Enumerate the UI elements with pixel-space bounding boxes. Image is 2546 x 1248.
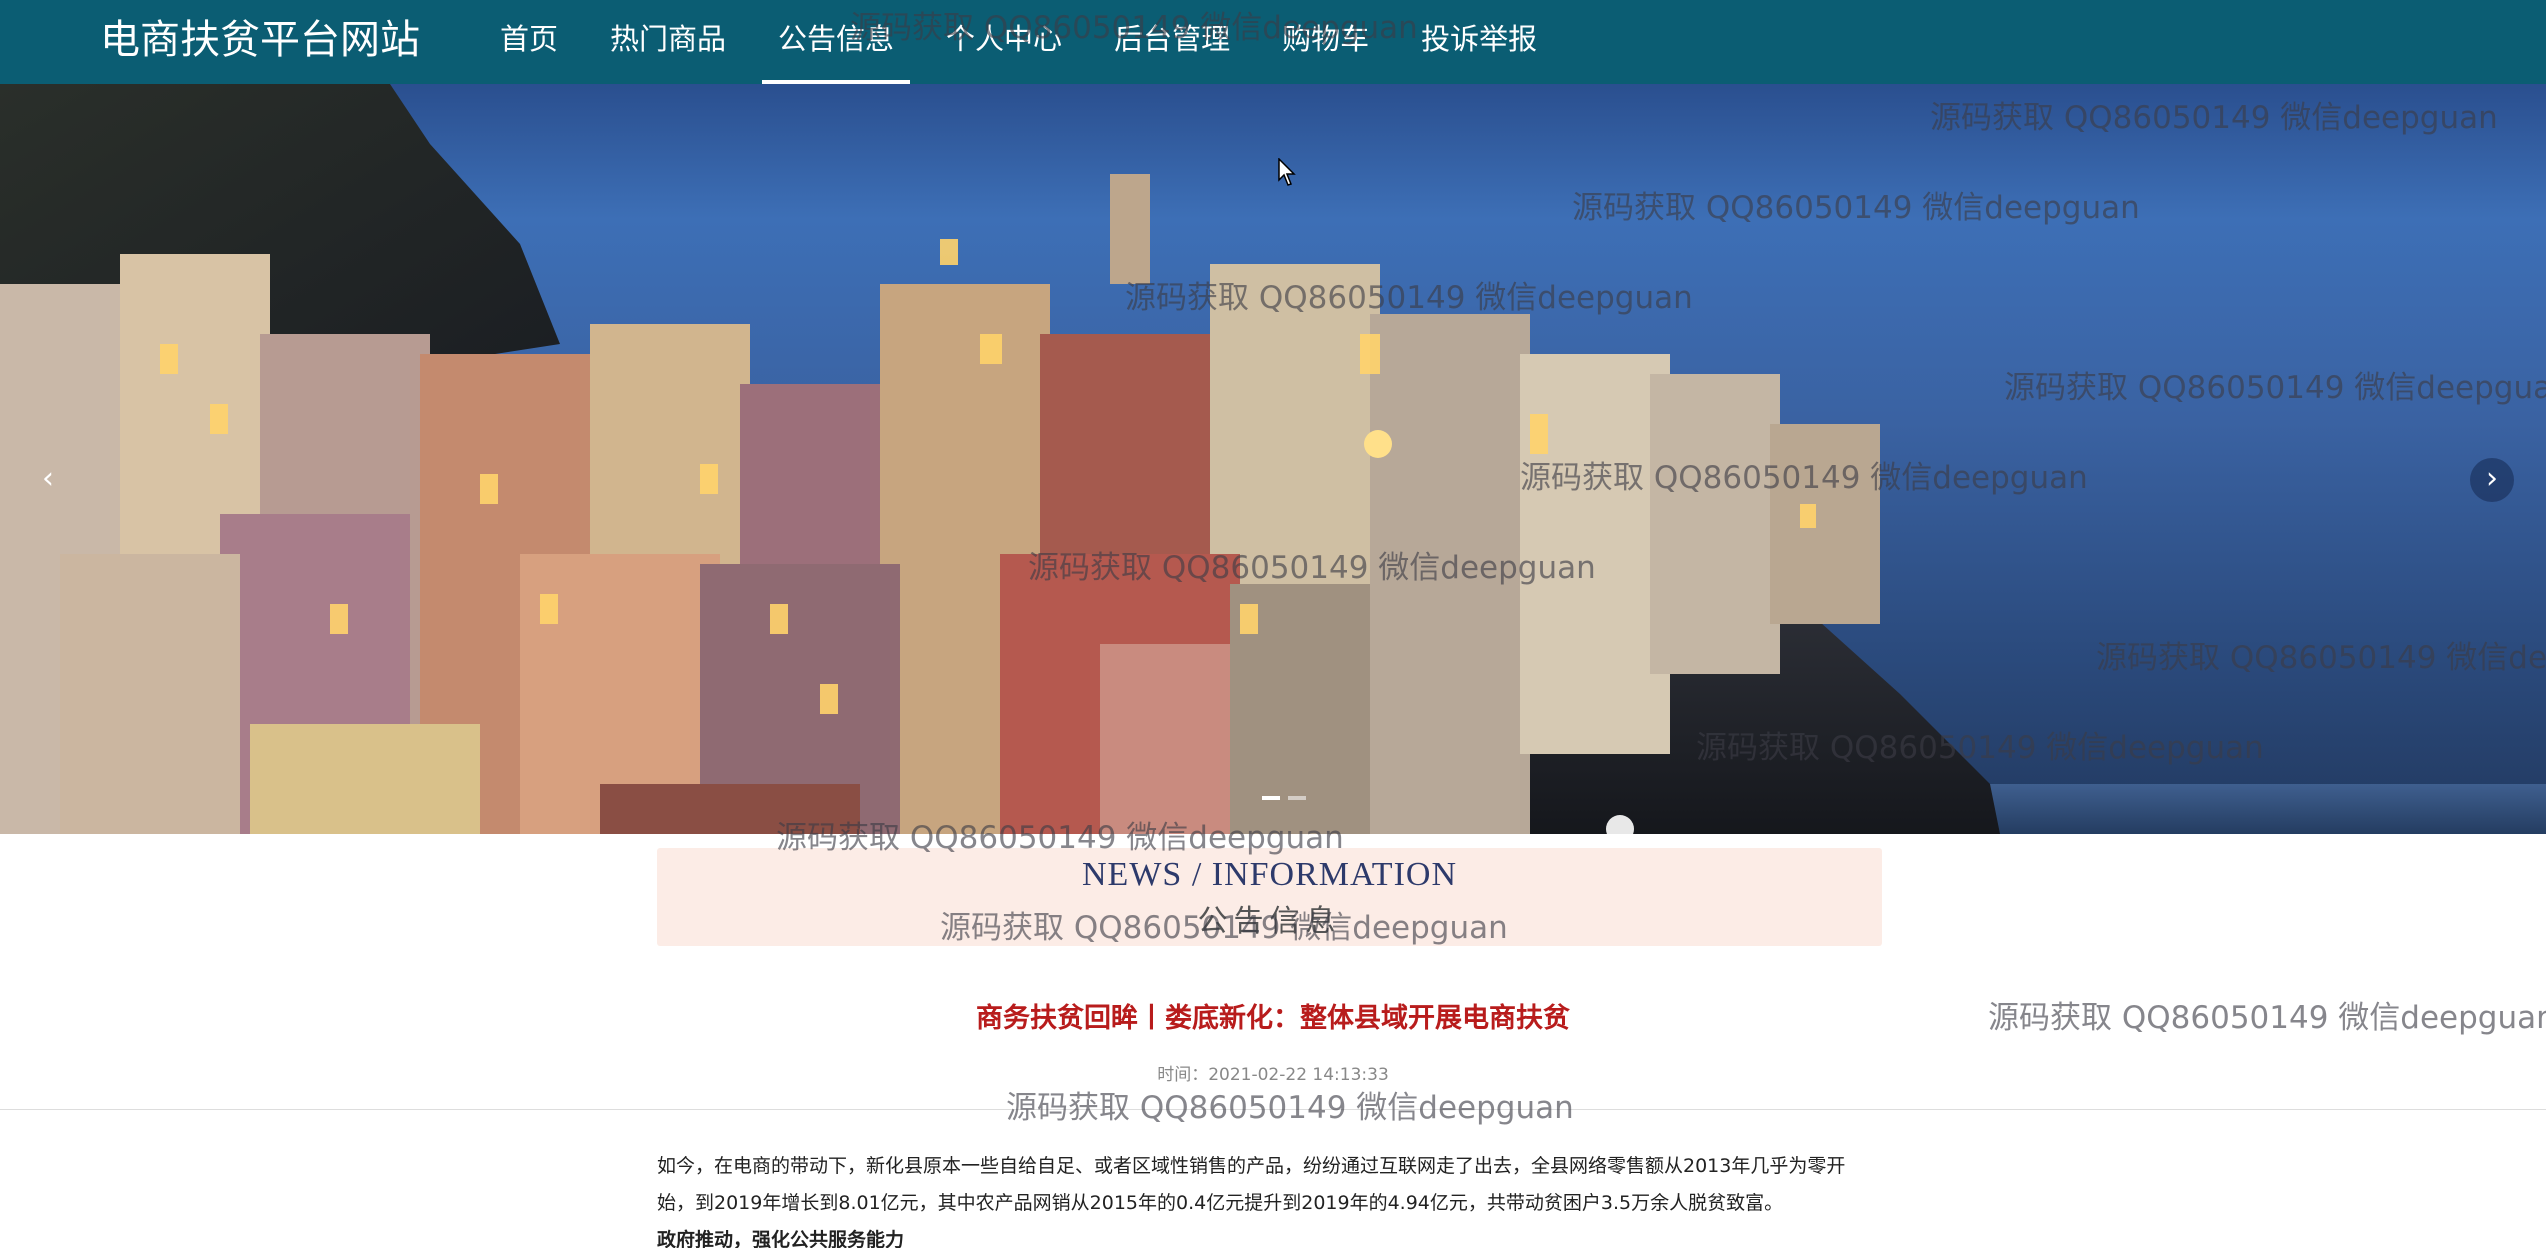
page: 电商扶贫平台网站 首页 热门商品 公告信息 个人中心 后台管理 购物车 投诉举报	[0, 0, 2546, 1248]
article-body: 如今，在电商的带动下，新化县原本一些自给自足、或者区域性销售的产品，纷纷通过互联…	[657, 1148, 1882, 1248]
nav-home[interactable]: 首页	[484, 0, 574, 84]
article-divider	[0, 1109, 2546, 1110]
chevron-left-icon: ‹	[42, 461, 54, 496]
news-heading-box: NEWS / INFORMATION 公告信息	[657, 848, 1882, 946]
article-title: 商务扶贫回眸丨娄底新化：整体县域开展电商扶贫	[976, 1003, 1570, 1034]
article-time: 时间：2021-02-22 14:13:33	[1157, 1065, 1389, 1085]
carousel-next-button[interactable]: ›	[2470, 458, 2514, 502]
watermark-text: 源码获取 QQ86050149 微信deepguan	[1006, 1090, 1574, 1126]
carousel-prev-button[interactable]: ‹	[26, 458, 70, 502]
article-subheading: 政府推动，强化公共服务能力	[657, 1229, 905, 1248]
news-heading-cn: 公告信息	[1197, 904, 1342, 939]
carousel-indicators	[1262, 796, 1314, 800]
news-heading-en: NEWS / INFORMATION	[1082, 856, 1457, 893]
nav-complaint[interactable]: 投诉举报	[1405, 0, 1553, 84]
nav-admin[interactable]: 后台管理	[1098, 0, 1246, 84]
main-nav: 首页 热门商品 公告信息 个人中心 后台管理 购物车 投诉举报	[484, 0, 1573, 84]
site-brand[interactable]: 电商扶贫平台网站	[100, 14, 420, 66]
article-paragraph: 如今，在电商的带动下，新化县原本一些自给自足、或者区域性销售的产品，纷纷通过互联…	[657, 1155, 1846, 1214]
top-nav-bar: 电商扶贫平台网站 首页 热门商品 公告信息 个人中心 后台管理 购物车 投诉举报	[0, 0, 2546, 84]
nav-hot-products[interactable]: 热门商品	[594, 0, 742, 84]
hero-slide-image	[0, 84, 2546, 834]
carousel-dot-2[interactable]	[1288, 796, 1306, 800]
chevron-right-icon: ›	[2486, 461, 2498, 496]
carousel-dot-1[interactable]	[1262, 796, 1280, 800]
nav-announcements[interactable]: 公告信息	[762, 0, 911, 84]
mouse-cursor-icon	[1278, 158, 1296, 186]
nav-cart[interactable]: 购物车	[1266, 0, 1385, 84]
hero-carousel: ‹ ›	[0, 84, 2546, 834]
nav-personal-center[interactable]: 个人中心	[930, 0, 1078, 84]
